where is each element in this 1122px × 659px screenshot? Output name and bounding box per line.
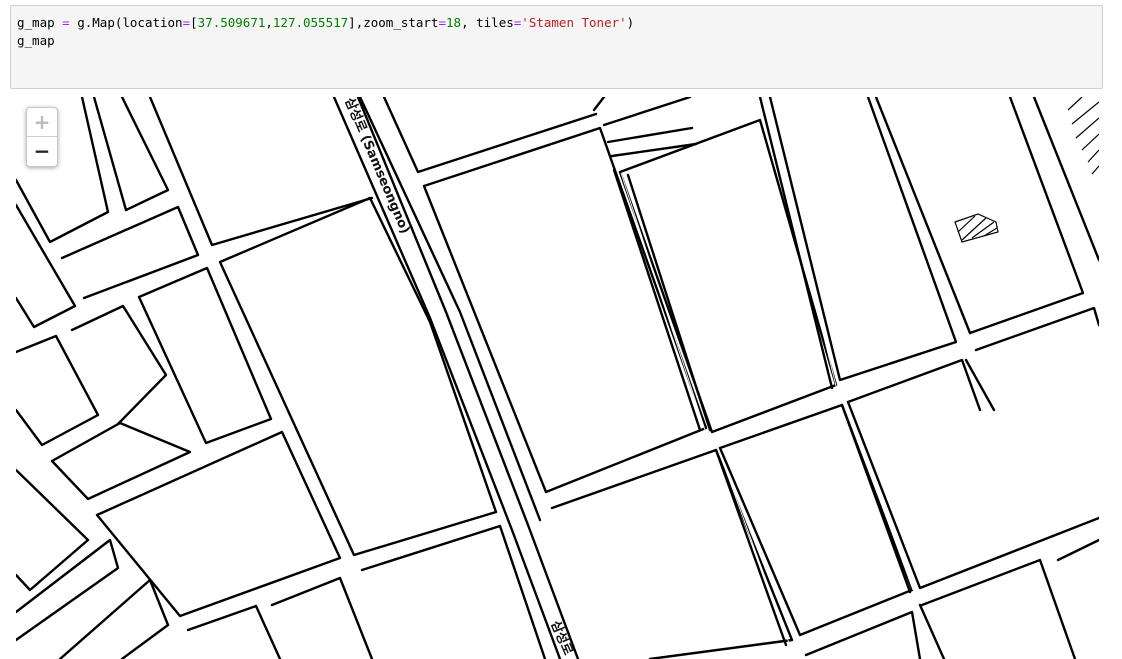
hatched-buildings <box>954 97 1099 243</box>
code-token: 18 <box>446 15 462 30</box>
code-token: g_map <box>17 15 63 30</box>
code-token: , <box>265 15 273 30</box>
map-view[interactable]: + − 삼성로 (Samseongno) 삼성로 <box>16 97 1099 659</box>
code-token: 'Stamen Toner' <box>521 15 627 30</box>
minus-icon: − <box>33 139 51 163</box>
code-token: = <box>62 15 70 30</box>
code-line-1: g_map = g.Map(location=[37.509671,127.05… <box>17 14 1096 32</box>
zoom-control: + − <box>26 107 58 167</box>
code-token: , tiles <box>461 15 514 30</box>
code-token: = <box>438 15 447 30</box>
code-line-2: g_map <box>17 33 55 48</box>
code-cell[interactable]: g_map = g.Map(location=[37.509671,127.05… <box>10 5 1103 89</box>
plus-icon: + <box>33 110 51 134</box>
map-tiles: 삼성로 (Samseongno) 삼성로 <box>16 97 1099 659</box>
zoom-out-button[interactable]: − <box>27 137 57 166</box>
street-lines <box>16 97 1099 659</box>
code-token: 127.055517 <box>272 15 349 30</box>
code-token: [ <box>190 15 198 30</box>
code-token: = <box>182 15 191 30</box>
zoom-in-button[interactable]: + <box>27 108 57 137</box>
code-token: ) <box>626 15 635 30</box>
code-token: ],zoom_start <box>348 15 439 30</box>
code-token: g.Map(location <box>69 15 183 30</box>
code-token: 37.509671 <box>197 15 266 30</box>
